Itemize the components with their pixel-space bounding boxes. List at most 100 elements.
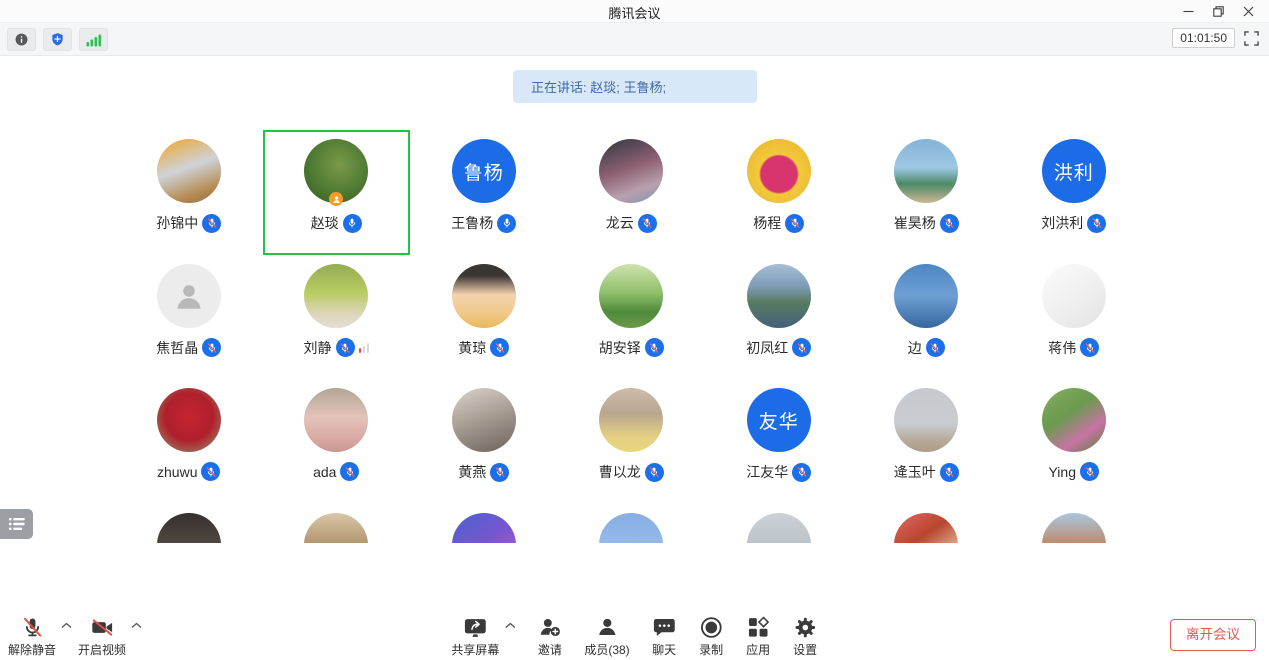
participant-tile[interactable] [705, 504, 853, 544]
statusbar: 01:01:50 [0, 23, 1269, 56]
participant-name: 胡安铎 [599, 338, 641, 358]
participant-tile[interactable]: 刘静 [263, 255, 411, 380]
participant-name: Ying [1048, 464, 1076, 480]
participant-tile[interactable] [558, 504, 706, 544]
participant-name: 刘洪利 [1041, 213, 1083, 233]
participant-tile[interactable]: 初凤红 [705, 255, 853, 380]
avatar [894, 139, 958, 203]
participant-name-row: 杨程 [753, 213, 804, 233]
participant-name-row: 边 [908, 338, 945, 358]
participant-tile[interactable] [1000, 504, 1148, 544]
avatar: 友华 [747, 388, 811, 452]
participant-grid: 孙锦中 赵琰 [115, 130, 1148, 543]
participant-name-row: 曹以龙 [599, 462, 664, 482]
participant-tile[interactable]: Ying [1000, 379, 1148, 504]
default-avatar-icon [172, 279, 206, 313]
participant-name-row: 江友华 [746, 462, 811, 482]
mic-status-icon [202, 338, 221, 357]
record-button[interactable]: 录制 [699, 615, 724, 658]
avatar [157, 139, 221, 203]
leave-meeting-button[interactable]: 离开会议 [1170, 619, 1256, 651]
participant-tile[interactable]: 友华 江友华 [705, 379, 853, 504]
participant-tile[interactable]: 焦哲晶 [115, 255, 263, 380]
toolbar-center-group: 共享屏幕 邀请 成员(38) [451, 615, 817, 658]
avatar [304, 264, 368, 328]
host-badge [329, 192, 343, 206]
mic-status-icon [202, 214, 221, 233]
participant-tile[interactable]: 鲁杨 王鲁杨 [410, 130, 558, 255]
mic-status-icon [497, 214, 516, 233]
participant-name: 孙锦中 [156, 213, 198, 233]
participant-tile[interactable]: ada [263, 379, 411, 504]
share-screen-button[interactable]: 共享屏幕 [451, 615, 499, 658]
mic-off-icon [20, 615, 45, 640]
participant-tile[interactable]: zhuwu [115, 379, 263, 504]
mic-options-chevron-up-icon[interactable] [61, 622, 72, 629]
participant-tile[interactable]: 洪利 刘洪利 [1000, 130, 1148, 255]
participant-tile[interactable]: 边 [853, 255, 1001, 380]
avatar [157, 513, 221, 544]
mic-status-icon [340, 462, 359, 481]
participant-tile[interactable] [263, 504, 411, 544]
participant-name-row: 刘静 [304, 338, 370, 358]
meeting-timer: 01:01:50 [1172, 28, 1235, 48]
participant-name: 杨程 [753, 213, 781, 233]
participant-name: 王鲁杨 [451, 213, 493, 233]
minimize-icon[interactable] [1173, 0, 1203, 22]
mic-status-icon [490, 338, 509, 357]
participant-tile[interactable]: 崔昊杨 [853, 130, 1001, 255]
mic-status-icon [785, 214, 804, 233]
avatar [157, 388, 221, 452]
titlebar: 腾讯会议 [0, 0, 1269, 23]
participant-tile[interactable]: 曹以龙 [558, 379, 706, 504]
restore-icon[interactable] [1203, 0, 1233, 22]
close-icon[interactable] [1233, 0, 1263, 22]
mic-status-icon [1087, 214, 1106, 233]
participant-tile[interactable] [410, 504, 558, 544]
members-button[interactable]: 成员(38) [584, 615, 629, 658]
participant-tile[interactable]: 孙锦中 [115, 130, 263, 255]
participant-tile[interactable]: 胡安铎 [558, 255, 706, 380]
member-list-toggle[interactable] [0, 509, 33, 539]
participant-tile[interactable]: 逄玉叶 [853, 379, 1001, 504]
participant-tile[interactable]: 龙云 [558, 130, 706, 255]
toolbar-left-group: 解除静音 开启视频 [8, 615, 142, 658]
participant-tile[interactable] [115, 504, 263, 544]
start-video-button[interactable]: 开启视频 [78, 615, 126, 658]
avatar-initials: 友华 [759, 407, 799, 434]
invite-button[interactable]: 邀请 [537, 615, 562, 658]
participant-tile[interactable]: 赵琰 [263, 130, 411, 255]
participant-name-row: 孙锦中 [156, 213, 221, 233]
invite-label: 邀请 [538, 641, 562, 658]
avatar [747, 139, 811, 203]
window-controls [1173, 0, 1263, 22]
participant-tile[interactable]: 黄燕 [410, 379, 558, 504]
mic-status-icon [201, 462, 220, 481]
chat-button[interactable]: 聊天 [652, 615, 677, 658]
participant-tile[interactable] [853, 504, 1001, 544]
share-screen-label: 共享屏幕 [451, 641, 499, 658]
participant-name: zhuwu [157, 464, 197, 480]
unmute-button[interactable]: 解除静音 [8, 615, 56, 658]
network-signal-icon[interactable] [79, 28, 108, 51]
participant-name-row: 崔昊杨 [894, 213, 959, 233]
participant-name: 崔昊杨 [894, 213, 936, 233]
mic-status-icon [1080, 338, 1099, 357]
avatar [1042, 264, 1106, 328]
participant-tile[interactable]: 黄琼 [410, 255, 558, 380]
avatar-initials: 洪利 [1054, 158, 1094, 185]
mic-status-icon [638, 214, 657, 233]
share-options-chevron-up-icon[interactable] [504, 622, 515, 629]
meeting-info-icon[interactable] [7, 28, 36, 51]
participant-tile[interactable]: 杨程 [705, 130, 853, 255]
settings-button[interactable]: 设置 [793, 615, 818, 658]
avatar [599, 513, 663, 544]
apps-button[interactable]: 应用 [746, 615, 771, 658]
unmute-label: 解除静音 [8, 641, 56, 658]
mic-status-icon [490, 463, 509, 482]
security-shield-icon[interactable] [43, 28, 72, 51]
video-options-chevron-up-icon[interactable] [131, 622, 142, 629]
participant-tile[interactable]: 蒋伟 [1000, 255, 1148, 380]
fullscreen-icon[interactable] [1244, 31, 1259, 46]
mic-status-icon [336, 338, 355, 357]
